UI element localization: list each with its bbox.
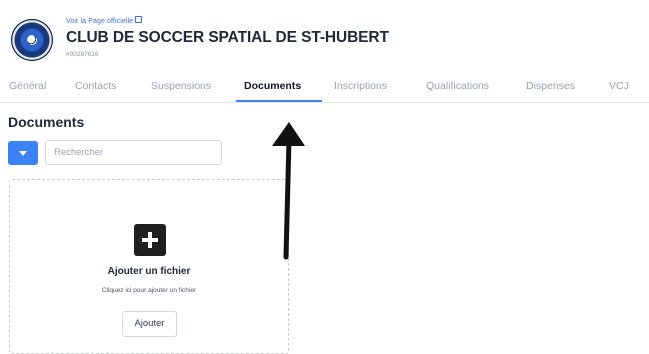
external-link-icon: [135, 16, 143, 23]
official-page-link[interactable]: Voir la Page officielle: [66, 16, 143, 25]
tab-contacts[interactable]: Contacts: [75, 80, 116, 92]
club-id: #00287616: [66, 51, 99, 58]
search-input[interactable]: [45, 140, 222, 165]
add-file-button[interactable]: Ajouter: [122, 311, 177, 337]
section-title: Documents: [8, 114, 85, 130]
tab-dispenses[interactable]: Dispenses: [526, 80, 575, 92]
tab-qualifications[interactable]: Qualifications: [426, 80, 489, 92]
club-logo: [11, 19, 53, 61]
tab-bar: Général Contacts Suspensions Documents I…: [0, 74, 649, 103]
tab-inscriptions[interactable]: Inscriptions: [334, 80, 387, 92]
annotation-arrow-icon: [272, 122, 305, 260]
tab-suspensions[interactable]: Suspensions: [151, 80, 211, 92]
soccer-ball-icon: [27, 35, 37, 45]
upload-subtitle: Cliquez ici pour ajouter un fichier: [101, 287, 197, 294]
upload-title: Ajouter un fichier: [107, 266, 191, 277]
club-name: CLUB DE SOCCER SPATIAL DE ST-HUBERT: [66, 29, 389, 46]
chevron-down-icon: [19, 151, 27, 156]
official-page-link-label: Voir la Page officielle: [66, 18, 134, 25]
active-tab-indicator: [236, 100, 322, 102]
file-upload-dropzone[interactable]: Ajouter un fichier Cliquez ici pour ajou…: [9, 179, 289, 354]
tab-documents[interactable]: Documents: [244, 80, 301, 92]
filter-dropdown-button[interactable]: [8, 141, 38, 165]
plus-icon: [134, 224, 166, 256]
tab-vcj[interactable]: VCJ: [609, 80, 629, 92]
club-header: Voir la Page officielle CLUB DE SOCCER S…: [0, 0, 649, 72]
tab-general[interactable]: Général: [9, 80, 46, 92]
